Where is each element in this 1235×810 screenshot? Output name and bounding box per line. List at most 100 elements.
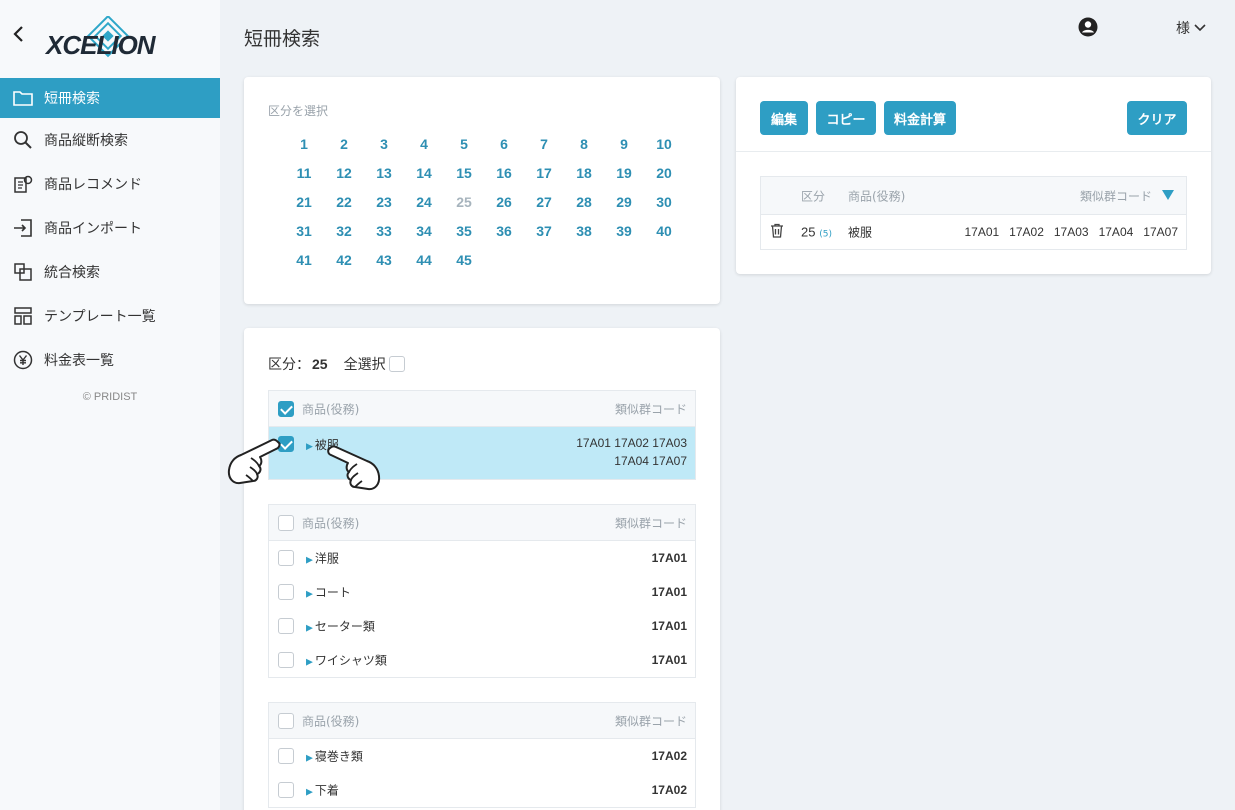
- class-number-11[interactable]: 11: [284, 164, 324, 183]
- class-number-36[interactable]: 36: [484, 222, 524, 241]
- class-number-25[interactable]: 25: [444, 193, 484, 212]
- class-number-38[interactable]: 38: [564, 222, 604, 241]
- sidebar-item-fee-list[interactable]: 料金表一覧: [0, 338, 220, 382]
- sidebar-item-product-recommend[interactable]: 商品レコメンド: [0, 162, 220, 206]
- class-number-14[interactable]: 14: [404, 164, 444, 183]
- class-number-6[interactable]: 6: [484, 135, 524, 154]
- class-number-2[interactable]: 2: [324, 135, 364, 154]
- item-checkbox[interactable]: [278, 748, 294, 764]
- sidebar-item-template-list[interactable]: テンプレート一覧: [0, 294, 220, 338]
- class-number-34[interactable]: 34: [404, 222, 444, 241]
- group-checkbox[interactable]: [278, 400, 294, 417]
- class-number-10[interactable]: 10: [644, 135, 684, 154]
- user-suffix: 様: [1176, 21, 1190, 37]
- item-checkbox[interactable]: [278, 550, 294, 566]
- class-number-20[interactable]: 20: [644, 164, 684, 183]
- edit-button[interactable]: 編集: [760, 101, 808, 135]
- header-codes: 類似群コード: [614, 714, 687, 728]
- summary-kubun: 25 (5): [801, 224, 833, 240]
- class-number-41[interactable]: 41: [284, 251, 324, 270]
- class-number-4[interactable]: 4: [404, 135, 444, 154]
- fee-calc-button[interactable]: 料金計算: [884, 101, 956, 135]
- clear-button[interactable]: クリア: [1127, 101, 1187, 135]
- class-number-17[interactable]: 17: [524, 164, 564, 183]
- class-number-23[interactable]: 23: [364, 193, 404, 212]
- pointing-hand-icon: [327, 445, 381, 491]
- sidebar-item-tanzaku-search[interactable]: 短冊検索: [0, 78, 220, 118]
- header-kubun: 区分: [801, 189, 826, 203]
- class-number-33[interactable]: 33: [364, 222, 404, 241]
- class-number-45[interactable]: 45: [444, 251, 484, 270]
- triangle-right-icon: ▶: [306, 753, 313, 764]
- class-number-32[interactable]: 32: [324, 222, 364, 241]
- product-list-card: 区分： 25 全選択 商品(役務) 類似群コード ▶ 被服 17A01 17A02 …: [244, 328, 720, 810]
- class-number-40[interactable]: 40: [644, 222, 684, 241]
- group-checkbox[interactable]: [278, 514, 294, 531]
- list-item[interactable]: ▶ セーター類 17A01: [269, 609, 695, 643]
- class-number-8[interactable]: 8: [564, 135, 604, 154]
- class-number-44[interactable]: 44: [404, 251, 444, 270]
- recommend-icon: [12, 173, 34, 195]
- item-codes: 17A01: [651, 619, 687, 633]
- sidebar-item-product-cross-search[interactable]: 商品縦断検索: [0, 118, 220, 162]
- class-number-1[interactable]: 1: [284, 135, 324, 154]
- class-number-29[interactable]: 29: [604, 193, 644, 212]
- user-account-icon[interactable]: [1078, 17, 1098, 37]
- sidebar-nav: 短冊検索 商品縦断検索 商品レコメンド 商品インポート 統合検索 テンプレート一…: [0, 78, 220, 382]
- list-item[interactable]: ▶ コート 17A01: [269, 575, 695, 609]
- select-all[interactable]: 全選択: [344, 354, 405, 374]
- class-number-5[interactable]: 5: [444, 135, 484, 154]
- sidebar-item-product-import[interactable]: 商品インポート: [0, 206, 220, 250]
- class-number-43[interactable]: 43: [364, 251, 404, 270]
- trash-icon[interactable]: [770, 223, 784, 241]
- class-number-37[interactable]: 37: [524, 222, 564, 241]
- item-checkbox[interactable]: [278, 618, 294, 634]
- item-name[interactable]: ▶ セーター類: [306, 618, 375, 635]
- item-name[interactable]: ▶ 下着: [306, 782, 339, 799]
- class-number-21[interactable]: 21: [284, 193, 324, 212]
- back-button[interactable]: [8, 22, 28, 46]
- item-codes: 17A01 17A02 17A03: [576, 436, 687, 450]
- item-checkbox[interactable]: [278, 584, 294, 600]
- list-item[interactable]: ▶ 寝巻き類 17A02: [269, 739, 695, 773]
- copy-button[interactable]: コピー: [816, 101, 876, 135]
- item-name[interactable]: ▶ ワイシャツ類: [306, 652, 387, 669]
- header-codes: 類似群コード: [614, 402, 687, 416]
- group-checkbox[interactable]: [278, 712, 294, 729]
- item-checkbox[interactable]: [278, 652, 294, 668]
- class-number-7[interactable]: 7: [524, 135, 564, 154]
- class-number-19[interactable]: 19: [604, 164, 644, 183]
- class-number-27[interactable]: 27: [524, 193, 564, 212]
- class-number-42[interactable]: 42: [324, 251, 364, 270]
- class-number-12[interactable]: 12: [324, 164, 364, 183]
- list-item[interactable]: ▶ 下着 17A02: [269, 773, 695, 807]
- class-number-28[interactable]: 28: [564, 193, 604, 212]
- class-number-30[interactable]: 30: [644, 193, 684, 212]
- class-number-35[interactable]: 35: [444, 222, 484, 241]
- class-number-9[interactable]: 9: [604, 135, 644, 154]
- class-number-22[interactable]: 22: [324, 193, 364, 212]
- class-number-15[interactable]: 15: [444, 164, 484, 183]
- kubun-indicator: 区分： 25 全選択: [268, 354, 405, 374]
- class-number-39[interactable]: 39: [604, 222, 644, 241]
- item-name[interactable]: ▶ コート: [306, 584, 351, 601]
- user-menu[interactable]: 様: [1176, 18, 1206, 38]
- class-number-13[interactable]: 13: [364, 164, 404, 183]
- class-number-3[interactable]: 3: [364, 135, 404, 154]
- sidebar-item-integrated-search[interactable]: 統合検索: [0, 250, 220, 294]
- class-number-18[interactable]: 18: [564, 164, 604, 183]
- class-number-16[interactable]: 16: [484, 164, 524, 183]
- select-all-checkbox[interactable]: [388, 356, 405, 372]
- class-number-31[interactable]: 31: [284, 222, 324, 241]
- xcelion-logo[interactable]: XCELION: [44, 14, 174, 60]
- header-codes[interactable]: 類似群コード: [1080, 187, 1152, 204]
- list-item[interactable]: ▶ 洋服 17A01: [269, 541, 695, 575]
- list-item[interactable]: ▶ ワイシャツ類 17A01: [269, 643, 695, 677]
- item-checkbox[interactable]: [278, 782, 294, 798]
- template-icon: [12, 305, 34, 327]
- item-name[interactable]: ▶ 洋服: [306, 550, 339, 567]
- sort-triangle-icon[interactable]: [1162, 189, 1174, 203]
- class-number-24[interactable]: 24: [404, 193, 444, 212]
- item-name[interactable]: ▶ 寝巻き類: [306, 748, 363, 765]
- class-number-26[interactable]: 26: [484, 193, 524, 212]
